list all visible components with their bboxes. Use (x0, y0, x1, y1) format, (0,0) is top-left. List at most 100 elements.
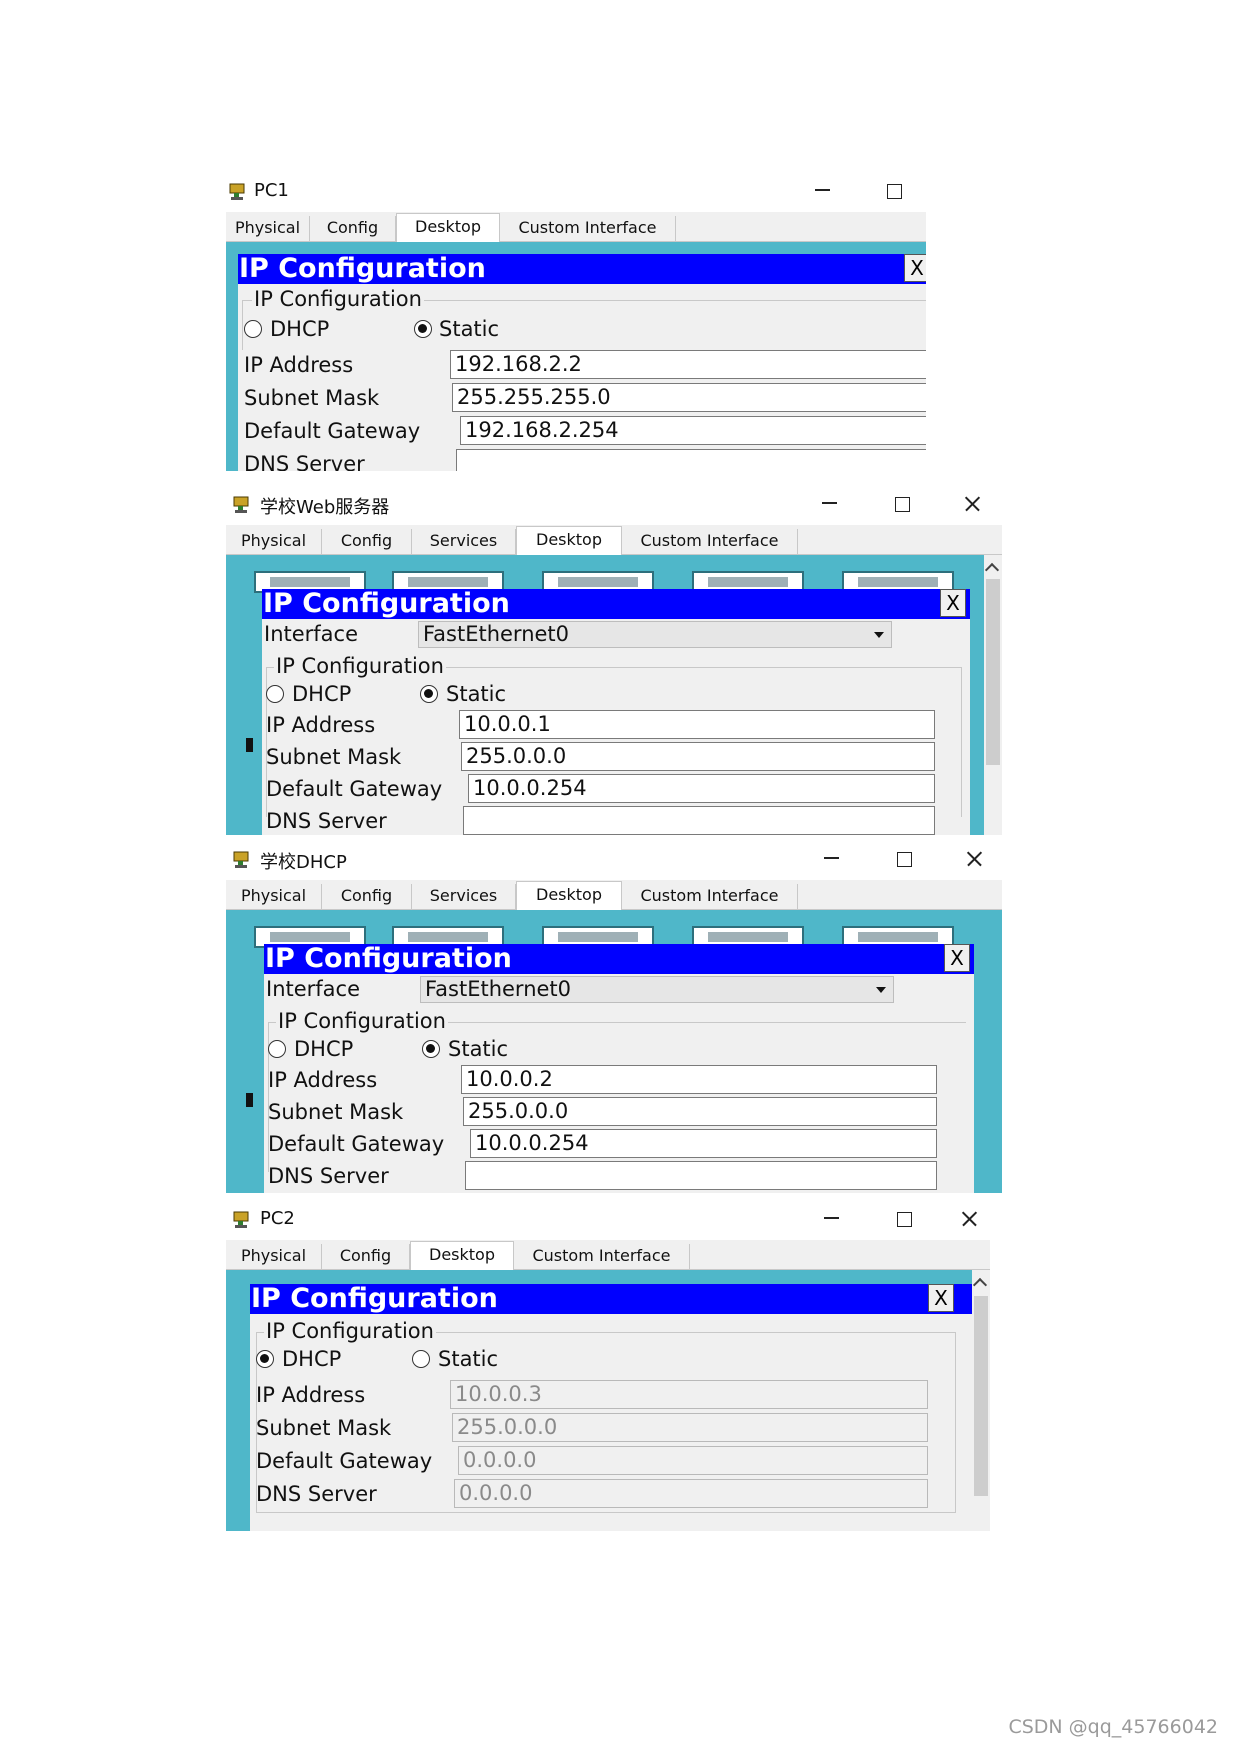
ip-address-label: IP Address (268, 1068, 378, 1092)
minimize-icon[interactable] (805, 176, 841, 206)
scroll-up-icon[interactable] (972, 1277, 988, 1293)
default-gateway-label: Default Gateway (268, 1132, 445, 1156)
tab-physical[interactable]: Physical (226, 884, 322, 910)
tab-desktop[interactable]: Desktop (516, 526, 622, 556)
panel-title: IP Configuration (262, 589, 970, 619)
tab-custom-interface[interactable]: Custom Interface (514, 1244, 690, 1270)
tab-custom-interface[interactable]: Custom Interface (500, 216, 676, 242)
scroll-thumb[interactable] (974, 1296, 988, 1496)
packet-tracer-device-icon (233, 851, 249, 868)
maximize-icon[interactable] (886, 1204, 922, 1234)
dns-server-label: DNS Server (268, 1164, 389, 1188)
close-panel-button[interactable]: X (904, 254, 926, 282)
dhcp-radio[interactable] (256, 1350, 274, 1368)
group-label: IP Configuration (274, 653, 446, 679)
default-gateway-input[interactable]: 10.0.0.254 (468, 774, 935, 803)
dns-server-input[interactable] (456, 449, 926, 471)
maximize-icon[interactable] (886, 844, 922, 874)
dns-server-input[interactable] (465, 1161, 937, 1190)
maximize-icon[interactable] (876, 176, 912, 206)
window-pc1: PC1 Physical Config Desktop Custom Inter… (226, 170, 926, 471)
title-bar[interactable]: 学校DHCP (226, 838, 1002, 880)
tab-bar: Physical Config Services Desktop Custom … (226, 525, 1002, 556)
packet-tracer-device-icon (229, 183, 245, 200)
tab-config[interactable]: Config (322, 529, 412, 555)
title-bar[interactable]: PC1 (226, 170, 926, 212)
minimize-icon[interactable] (814, 844, 850, 874)
tab-custom-interface[interactable]: Custom Interface (622, 884, 798, 910)
tab-services[interactable]: Services (412, 884, 516, 910)
tab-bar: Physical Config Desktop Custom Interface (226, 1240, 990, 1271)
interface-label: Interface (266, 977, 361, 1001)
packet-tracer-device-icon (233, 1211, 249, 1228)
tab-config[interactable]: Config (322, 884, 412, 910)
tab-services[interactable]: Services (412, 529, 516, 555)
static-radio[interactable] (420, 685, 438, 703)
subnet-mask-label: Subnet Mask (268, 1100, 404, 1124)
subnet-mask-input[interactable]: 255.0.0.0 (452, 1413, 928, 1442)
desktop-marker (246, 1093, 253, 1107)
dhcp-label: DHCP (294, 1037, 354, 1061)
tab-physical[interactable]: Physical (226, 216, 310, 242)
static-label: Static (439, 317, 500, 341)
static-radio[interactable] (412, 1350, 430, 1368)
tab-desktop[interactable]: Desktop (516, 881, 622, 911)
window-title: PC1 (254, 180, 289, 201)
interface-select[interactable]: FastEthernet0 (418, 621, 892, 648)
default-gateway-input[interactable]: 0.0.0.0 (458, 1446, 928, 1475)
tab-custom-interface[interactable]: Custom Interface (622, 529, 798, 555)
dhcp-radio[interactable] (268, 1040, 286, 1058)
group-label: IP Configuration (252, 286, 424, 312)
group-label: IP Configuration (276, 1008, 448, 1034)
ip-address-input[interactable]: 10.0.0.2 (461, 1065, 937, 1094)
close-panel-button[interactable]: X (944, 944, 970, 972)
title-bar[interactable]: 学校Web服务器 (226, 483, 1002, 525)
default-gateway-input[interactable]: 10.0.0.254 (470, 1129, 937, 1158)
tab-desktop[interactable]: Desktop (410, 1241, 514, 1271)
default-gateway-label: Default Gateway (266, 777, 443, 801)
desktop-marker (246, 738, 253, 752)
tab-config[interactable]: Config (310, 216, 396, 242)
maximize-icon[interactable] (884, 489, 920, 519)
ip-address-input[interactable]: 192.168.2.2 (450, 350, 926, 379)
tab-physical[interactable]: Physical (226, 529, 322, 555)
static-radio[interactable] (414, 320, 432, 338)
default-gateway-input[interactable]: 192.168.2.254 (460, 416, 926, 445)
scroll-thumb[interactable] (986, 579, 1000, 765)
group-border (955, 1332, 956, 1512)
vertical-scrollbar[interactable] (984, 555, 1002, 835)
dns-server-input[interactable]: 0.0.0.0 (454, 1479, 928, 1508)
close-panel-button[interactable]: X (940, 589, 966, 617)
ip-config-panel: IP Configuration X IP Configuration DHCP… (238, 254, 926, 471)
title-bar[interactable]: PC2 (226, 1198, 990, 1240)
subnet-mask-input[interactable]: 255.0.0.0 (463, 1097, 937, 1126)
dns-server-label: DNS Server (266, 809, 387, 833)
minimize-icon[interactable] (814, 1204, 850, 1234)
dns-server-input[interactable] (463, 806, 935, 835)
dhcp-label: DHCP (292, 682, 352, 706)
tab-config[interactable]: Config (322, 1244, 410, 1270)
close-icon[interactable] (957, 844, 993, 874)
ip-address-input[interactable]: 10.0.0.3 (450, 1380, 928, 1409)
interface-select[interactable]: FastEthernet0 (420, 976, 894, 1003)
tab-physical[interactable]: Physical (226, 1244, 322, 1270)
ip-address-input[interactable]: 10.0.0.1 (459, 710, 935, 739)
subnet-mask-input[interactable]: 255.255.255.0 (452, 383, 926, 412)
dhcp-radio[interactable] (266, 685, 284, 703)
minimize-icon[interactable] (812, 489, 848, 519)
default-gateway-label: Default Gateway (244, 419, 421, 443)
tab-bar: Physical Config Services Desktop Custom … (226, 880, 1002, 911)
dhcp-radio[interactable] (244, 320, 262, 338)
static-radio[interactable] (422, 1040, 440, 1058)
subnet-mask-input[interactable]: 255.0.0.0 (461, 742, 935, 771)
window-title: 学校Web服务器 (260, 497, 390, 518)
vertical-scrollbar[interactable] (972, 1270, 990, 1531)
group-border (242, 300, 243, 350)
scroll-up-icon[interactable] (984, 562, 1000, 578)
desktop-area: IP Configuration X Interface FastEtherne… (226, 910, 1002, 1193)
close-panel-button[interactable]: X (928, 1284, 954, 1312)
packet-tracer-device-icon (233, 496, 249, 513)
tab-desktop[interactable]: Desktop (396, 213, 500, 243)
close-icon[interactable] (952, 1204, 988, 1234)
close-icon[interactable] (955, 489, 991, 519)
